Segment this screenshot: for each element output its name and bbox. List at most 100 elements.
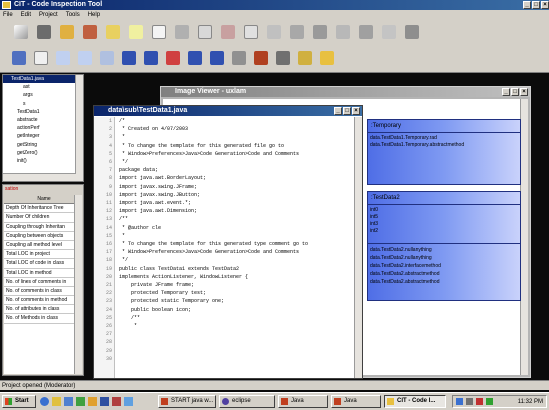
tree-item[interactable]: getString (3, 141, 83, 149)
taskbar-cit[interactable]: CIT - Code I... (384, 395, 446, 408)
tree-hscrollbar[interactable] (3, 173, 76, 181)
taskbar-start-java[interactable]: START java w... (158, 395, 216, 408)
tree-item[interactable]: init() (3, 157, 83, 165)
metric-row[interactable]: No. of attributes in class (4, 305, 82, 315)
tree-item[interactable]: actionPerf (3, 124, 83, 132)
media-icon[interactable] (76, 397, 85, 406)
checklist-icon[interactable] (244, 25, 258, 39)
viewer-scrollbar[interactable] (520, 99, 528, 375)
edit-icon[interactable] (221, 25, 235, 39)
metric-row[interactable]: Depth Of Inheritance Tree (4, 204, 82, 214)
metric-row[interactable]: No. of lines of comments in (4, 278, 82, 287)
zoom-out-icon[interactable] (78, 51, 92, 65)
maximize-button[interactable]: □ (532, 1, 540, 9)
outlook-icon[interactable] (52, 397, 61, 406)
menu-edit[interactable]: Edit (21, 10, 31, 20)
arrow-left-icon[interactable] (188, 51, 202, 65)
help-icon[interactable] (124, 397, 133, 406)
uml-class-temporary[interactable]: :Temporary data.TestData1.Temporary.rad … (367, 119, 521, 185)
report-icon[interactable] (198, 25, 212, 39)
ie-icon[interactable] (40, 397, 49, 406)
metric-row[interactable]: Total LOC in method (4, 269, 82, 278)
explorer-icon[interactable] (88, 397, 97, 406)
editor-minimize-button[interactable]: _ (334, 107, 342, 115)
start-button[interactable]: Start (2, 395, 36, 408)
volume-icon[interactable] (466, 398, 473, 405)
tree-item[interactable]: args (3, 91, 83, 99)
metrics-header[interactable]: Name (4, 195, 82, 205)
network-icon[interactable] (456, 398, 463, 405)
trash-icon[interactable] (405, 25, 419, 39)
close-button[interactable]: × (541, 1, 549, 9)
desktop-icon[interactable] (64, 397, 73, 406)
wand-icon[interactable] (14, 25, 28, 39)
taskbar-eclipse[interactable]: eclipse (219, 395, 275, 408)
folder-open-icon[interactable] (60, 25, 74, 39)
search-icon[interactable] (100, 51, 114, 65)
menu-help[interactable]: Help (88, 10, 100, 20)
tree-item[interactable]: ast (3, 83, 83, 91)
messenger-icon[interactable] (486, 398, 493, 405)
metric-row[interactable]: Coupling between objects (4, 232, 82, 241)
lightbulb-icon[interactable] (129, 25, 143, 39)
tree-item[interactable]: getZero() (3, 149, 83, 157)
code-area[interactable]: 1 2 3 4 5 6 7 8 9 10 11 12 13 14 15 16 17 18 19 20 21 22 23 24 2… (94, 117, 354, 378)
new-file-icon[interactable] (34, 51, 48, 65)
folder-icon[interactable] (320, 51, 334, 65)
metric-row[interactable]: Coupling all method level (4, 241, 82, 251)
menu-tools[interactable]: Tools (66, 10, 80, 20)
metrics-scrollbar[interactable] (74, 195, 82, 374)
metric-row[interactable]: Number Of children (4, 213, 82, 223)
tree-item[interactable]: abstracte (3, 116, 83, 124)
zoom-in-icon[interactable] (56, 51, 70, 65)
tree-scrollbar[interactable] (75, 75, 83, 181)
team-icon[interactable] (83, 25, 97, 39)
minimize-button[interactable]: _ (523, 1, 531, 9)
editor-scrollbar[interactable] (354, 117, 362, 378)
chart-icon[interactable] (290, 25, 304, 39)
metric-row[interactable]: No. of comments in class (4, 287, 82, 297)
document-icon[interactable] (152, 25, 166, 39)
main-titlebar: CIT - Code Inspection Tool _ □ × (0, 0, 549, 10)
metrics-tab[interactable]: sation (5, 186, 18, 192)
tree-item[interactable]: getInteger (3, 132, 83, 140)
arrow-right-icon[interactable] (210, 51, 224, 65)
menu-file[interactable]: File (3, 10, 13, 20)
flag-icon[interactable] (166, 51, 180, 65)
metric-row[interactable]: Total LOC of code in class (4, 259, 82, 269)
copy-icon[interactable] (382, 25, 396, 39)
editor-maximize-button[interactable]: □ (343, 107, 351, 115)
link-icon[interactable] (336, 25, 350, 39)
metric-row[interactable]: Total LOC in project (4, 250, 82, 260)
tree-root[interactable]: TestData1.java (3, 75, 83, 84)
metric-row[interactable]: Coupling through Inheritan (4, 223, 82, 232)
tree-item[interactable]: s (3, 100, 83, 108)
editor-close-button[interactable]: × (352, 107, 360, 115)
bug-icon[interactable] (254, 51, 268, 65)
viewer-minimize-button[interactable]: _ (502, 88, 510, 96)
print-icon[interactable] (313, 25, 327, 39)
uml-class-testdata2[interactable]: :TestData2 int0 int5 int3 int2 data.Test… (367, 191, 521, 301)
word-icon[interactable] (100, 397, 109, 406)
tools-icon[interactable] (175, 25, 189, 39)
person-icon[interactable] (37, 25, 51, 39)
viewer-close-button[interactable]: × (520, 88, 528, 96)
arrow-down-icon[interactable] (122, 51, 136, 65)
menu-project[interactable]: Project (39, 10, 58, 20)
list-icon[interactable] (12, 51, 26, 65)
arrow-up-icon[interactable] (144, 51, 158, 65)
metric-row[interactable]: No. of comments in method (4, 296, 82, 306)
viewer-maximize-button[interactable]: □ (511, 88, 519, 96)
metric-row[interactable]: No. of Methods in class (4, 314, 82, 324)
taskbar-java-1[interactable]: Java (278, 395, 328, 408)
antivirus-icon[interactable] (476, 398, 483, 405)
star-icon[interactable] (106, 25, 120, 39)
taskbar-java-2[interactable]: Java (331, 395, 381, 408)
bookmark-icon[interactable] (232, 51, 246, 65)
chain-icon[interactable] (276, 51, 290, 65)
app-icon[interactable] (112, 397, 121, 406)
settings-icon[interactable] (359, 25, 373, 39)
pin-icon[interactable] (267, 25, 281, 39)
tree-item[interactable]: TestData1 (3, 108, 83, 116)
key-icon[interactable] (298, 51, 312, 65)
